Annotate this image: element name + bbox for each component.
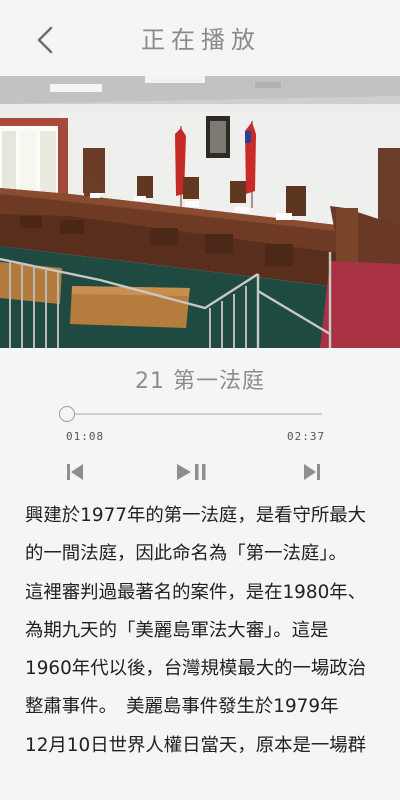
app-header: 正在播放	[0, 0, 400, 76]
play-pause-button[interactable]	[172, 458, 212, 486]
current-time: 01:08	[66, 430, 105, 443]
previous-button[interactable]	[55, 458, 95, 486]
skip-previous-icon	[67, 464, 83, 480]
progress-track[interactable]	[66, 413, 322, 415]
track-title: 21 第一法庭	[135, 369, 265, 394]
next-button[interactable]	[292, 458, 332, 486]
total-time: 02:37	[287, 430, 326, 443]
courtroom-photo	[0, 76, 400, 348]
skip-next-icon	[304, 464, 320, 480]
page-title: 正在播放	[141, 26, 261, 54]
play-pause-icon	[177, 464, 206, 480]
description-text: 興建於1977年的第一法庭，是看守所最大 的一間法庭，因此命名為「第一法庭」。 …	[25, 505, 367, 756]
progress-knob[interactable]	[59, 406, 75, 422]
